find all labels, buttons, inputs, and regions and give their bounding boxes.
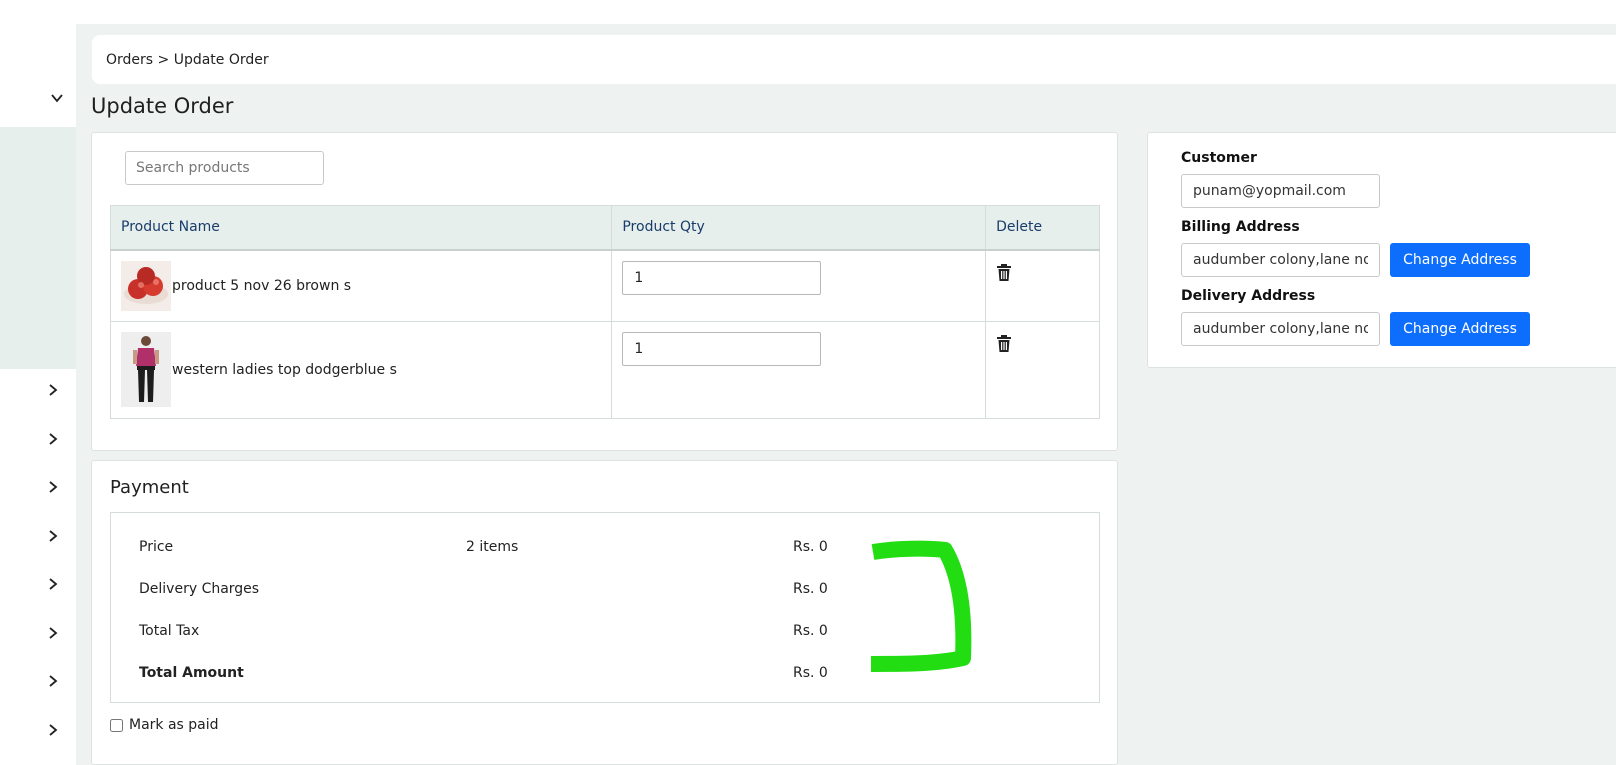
billing-address-label: Billing Address [1181, 219, 1300, 235]
chevron-right-icon[interactable] [43, 380, 63, 400]
product-name: product 5 nov 26 brown s [172, 277, 352, 294]
chevron-right-icon[interactable] [43, 429, 63, 449]
column-header-product-name: Product Name [109, 205, 613, 251]
total-amount-value: Rs. 0 [793, 665, 828, 681]
product-name: western ladies top dodgerblue s [172, 361, 397, 378]
total-tax-label: Total Tax [139, 623, 200, 639]
delivery-charges-label: Delivery Charges [139, 581, 260, 597]
mark-as-paid-checkbox[interactable] [110, 718, 123, 732]
apples-thumbnail [121, 260, 171, 311]
change-delivery-address-button[interactable]: Change Address [1390, 312, 1530, 346]
customer-label: Customer [1181, 150, 1257, 166]
delivery-charges-amount: Rs. 0 [793, 581, 828, 597]
price-amount: Rs. 0 [793, 539, 828, 555]
table-row: product 5 nov 26 brown s [109, 249, 1100, 322]
chevron-right-icon[interactable] [43, 526, 63, 546]
customer-card: Customer Billing Address Change Address … [1147, 132, 1616, 368]
mark-as-paid-label: Mark as paid [129, 717, 219, 733]
green-annotation-mark [870, 540, 972, 672]
products-card: Product Name Product Qty Delete [91, 132, 1118, 451]
sidebar [0, 0, 76, 765]
total-amount-label: Total Amount [139, 665, 244, 681]
chevron-right-icon[interactable] [43, 623, 63, 643]
quantity-input[interactable] [622, 260, 822, 295]
payment-card: Payment Price 2 items Rs. 0 Delivery Cha… [91, 460, 1118, 765]
payment-title: Payment [110, 477, 189, 498]
trash-icon[interactable] [996, 335, 1012, 353]
breadcrumb: Orders > Update Order [92, 35, 1616, 84]
quantity-input[interactable] [622, 332, 822, 366]
search-input[interactable] [125, 151, 324, 185]
chevron-right-icon[interactable] [43, 574, 63, 594]
change-billing-address-button[interactable]: Change Address [1390, 243, 1530, 277]
trash-icon[interactable] [996, 263, 1012, 282]
total-tax-amount: Rs. 0 [793, 623, 828, 639]
breadcrumb-text: Orders > Update Order [106, 51, 269, 68]
chevron-right-icon[interactable] [43, 720, 63, 740]
customer-email-field[interactable] [1181, 174, 1380, 208]
item-count: 2 items [466, 539, 519, 555]
chevron-right-icon[interactable] [43, 477, 63, 497]
main-content: Orders > Update Order Update Order Produ… [76, 24, 1616, 765]
chevron-down-icon[interactable] [47, 88, 67, 108]
woman-top-thumbnail [121, 332, 171, 407]
billing-address-field[interactable] [1181, 243, 1380, 277]
chevron-right-icon[interactable] [43, 671, 63, 691]
payment-summary: Price 2 items Rs. 0 Delivery Charges Rs.… [110, 512, 1100, 703]
delivery-address-field[interactable] [1181, 312, 1380, 346]
mark-as-paid[interactable]: Mark as paid [110, 717, 219, 733]
price-label: Price [139, 539, 174, 555]
delivery-address-label: Delivery Address [1181, 288, 1316, 304]
products-table: Product Name Product Qty Delete product … [109, 205, 1100, 419]
column-header-product-qty: Product Qty [611, 205, 987, 251]
table-row: western ladies top dodgerblue s [109, 321, 1100, 419]
page-title: Update Order [91, 94, 234, 118]
sidebar-active-section [0, 127, 76, 369]
column-header-delete: Delete [985, 205, 1100, 251]
